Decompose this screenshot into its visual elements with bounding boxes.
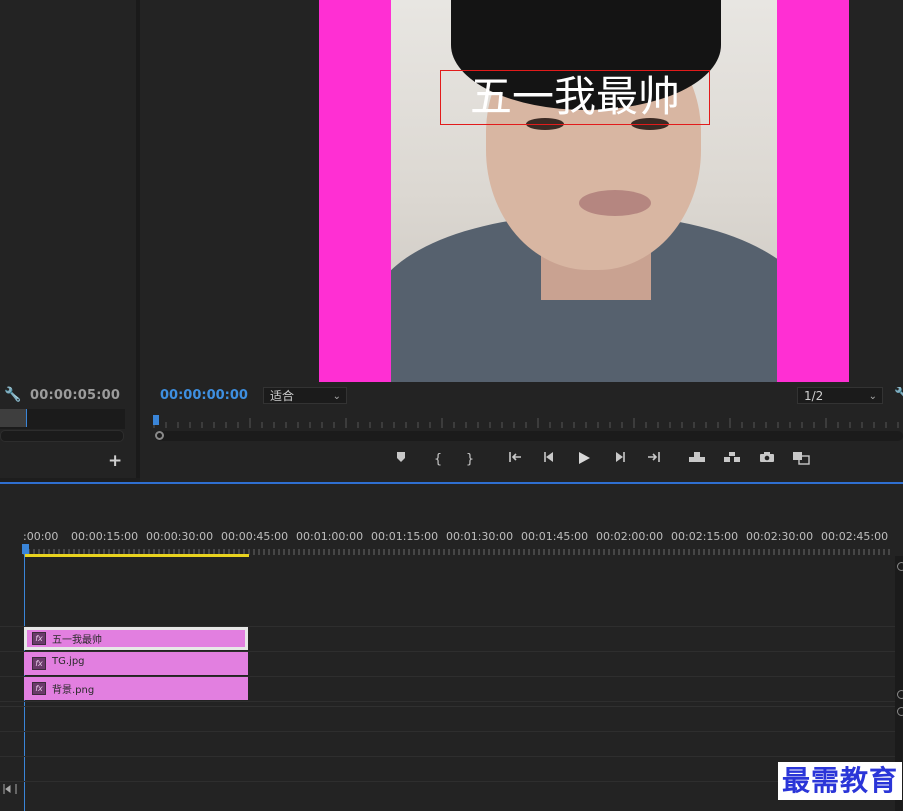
- fit-zoom-select[interactable]: 适合 ⌄: [263, 387, 347, 404]
- mark-in-icon[interactable]: {: [428, 451, 448, 469]
- add-marker-icon[interactable]: [391, 451, 411, 469]
- track-divider: [0, 781, 895, 782]
- resolution-select[interactable]: 1/2 ⌄: [797, 387, 883, 404]
- program-zoom-scrollbar[interactable]: [155, 431, 903, 441]
- ruler-label: 00:01:30:00: [446, 530, 514, 543]
- lips-shape: [579, 190, 651, 216]
- clip-title[interactable]: fx 五一我最帅: [24, 627, 248, 650]
- ruler-label: 00:02:30:00: [746, 530, 814, 543]
- ruler-label: 00:02:00:00: [596, 530, 664, 543]
- scrollbar-handle[interactable]: [155, 431, 164, 440]
- source-playhead[interactable]: [26, 409, 27, 427]
- track-divider: [0, 706, 895, 707]
- step-forward-icon[interactable]: [610, 451, 630, 469]
- timeline-ruler[interactable]: :00:00 00:00:15:00 00:00:30:00 00:00:45:…: [0, 530, 903, 544]
- resolution-select-value: 1/2: [804, 389, 824, 403]
- camera-icon[interactable]: [757, 451, 777, 469]
- fit-select-value: 适合: [270, 389, 295, 403]
- work-area-bar[interactable]: [24, 554, 249, 557]
- play-icon[interactable]: [574, 451, 594, 469]
- source-monitor-panel: [0, 0, 136, 478]
- overlay-title-text[interactable]: 五一我最帅: [441, 70, 709, 123]
- extract-icon[interactable]: [722, 451, 742, 469]
- ruler-label: 00:02:45:00: [821, 530, 889, 543]
- scrollbar-handle[interactable]: [897, 562, 903, 571]
- clip-tg-image[interactable]: fx TG.jpg: [24, 652, 248, 675]
- source-timecode[interactable]: 00:00:05:00: [30, 388, 120, 403]
- scrollbar-handle[interactable]: [897, 690, 903, 699]
- ruler-label: 00:00:45:00: [221, 530, 289, 543]
- ruler-label: 00:01:15:00: [371, 530, 439, 543]
- go-to-out-icon[interactable]: [644, 451, 664, 469]
- track-divider: [0, 756, 895, 757]
- fx-badge[interactable]: fx: [32, 632, 46, 645]
- track-divider: [0, 731, 895, 732]
- source-add-button[interactable]: +: [108, 451, 124, 471]
- scrollbar-handle[interactable]: [897, 707, 903, 716]
- mark-out-icon[interactable]: }: [460, 451, 480, 469]
- ruler-label: 00:02:15:00: [671, 530, 739, 543]
- wrench-icon[interactable]: 🔧: [894, 387, 903, 403]
- program-time-ruler[interactable]: [150, 412, 903, 430]
- compare-view-icon[interactable]: [791, 451, 811, 469]
- ruler-label: 00:01:45:00: [521, 530, 589, 543]
- chevron-down-icon: ⌄: [332, 391, 341, 402]
- lift-icon[interactable]: [687, 451, 707, 469]
- timeline-zoom-icon[interactable]: [3, 783, 17, 795]
- fx-badge[interactable]: fx: [32, 682, 46, 695]
- step-back-icon[interactable]: [539, 451, 559, 469]
- source-ruler-range: [0, 409, 26, 427]
- ruler-label: 00:00:30:00: [146, 530, 214, 543]
- clip-name: 五一我最帅: [52, 635, 102, 646]
- source-time-ruler[interactable]: [0, 409, 125, 429]
- wrench-icon[interactable]: 🔧: [4, 387, 21, 403]
- ruler-label: 00:01:00:00: [296, 530, 364, 543]
- title-bounding-box[interactable]: 五一我最帅: [440, 70, 710, 125]
- clip-background-image[interactable]: fx 背景.png: [24, 677, 248, 700]
- track-divider: [0, 701, 895, 702]
- program-video-frame[interactable]: 五一我最帅: [319, 0, 849, 382]
- clip-name: 背景.png: [52, 685, 95, 696]
- program-playhead[interactable]: [153, 415, 159, 425]
- ruler-label: 00:00:15:00: [71, 530, 139, 543]
- clip-name: TG.jpg: [52, 656, 85, 667]
- portrait-photo: [391, 0, 777, 382]
- timeline-playhead[interactable]: [22, 544, 29, 554]
- source-zoom-scrollbar[interactable]: [0, 430, 124, 442]
- ruler-label: :00:00: [23, 530, 59, 543]
- program-timecode[interactable]: 00:00:00:00: [160, 388, 248, 403]
- fx-badge[interactable]: fx: [32, 657, 46, 670]
- watermark-logo: 最需教育: [778, 762, 903, 800]
- chevron-down-icon: ⌄: [868, 391, 877, 402]
- go-to-in-icon[interactable]: [505, 451, 525, 469]
